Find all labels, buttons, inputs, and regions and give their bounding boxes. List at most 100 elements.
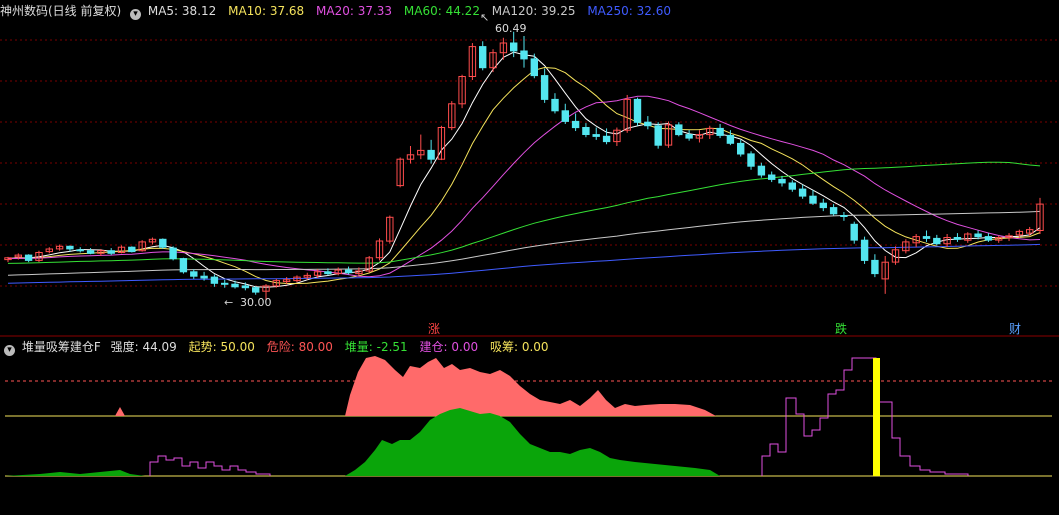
candle — [809, 190, 817, 205]
candle-down-body — [427, 149, 435, 160]
candle — [768, 171, 776, 183]
candle-down-body — [984, 236, 993, 241]
candle-down-body — [757, 165, 766, 176]
candle — [984, 233, 993, 242]
candle — [252, 285, 260, 295]
candle-down-body — [974, 233, 982, 238]
candle — [210, 274, 219, 287]
ma10-legend: MA10: 37.68 — [228, 4, 305, 18]
candle-down-body — [231, 283, 239, 288]
candle-down-body — [633, 98, 642, 123]
candle-down-body — [530, 58, 538, 77]
candle-down-body — [324, 271, 332, 275]
candle-down-body — [86, 250, 95, 254]
candle-down-body — [788, 182, 796, 190]
candle — [148, 237, 157, 245]
candle-down-body — [726, 134, 735, 144]
candle — [489, 49, 497, 73]
candle — [964, 232, 972, 243]
main-chart-header: 神州数码(日线 前复权) ▾ MA5: 38.12 MA10: 37.68 MA… — [0, 1, 679, 21]
candle — [4, 256, 12, 263]
candle — [117, 245, 126, 254]
ma10-line — [7, 66, 1041, 284]
candle — [819, 198, 827, 212]
candle — [592, 127, 600, 140]
ma250-legend: MA250: 32.60 — [587, 4, 672, 18]
moving-average-lines — [7, 51, 1041, 288]
candle — [468, 43, 477, 80]
heap-volume-area — [5, 408, 720, 476]
chevron-down-icon[interactable]: ▾ — [130, 9, 142, 20]
candle — [675, 122, 683, 137]
candle-down-body — [737, 142, 745, 155]
grid-lines — [0, 39, 1059, 287]
candle — [107, 248, 115, 256]
candle — [757, 162, 766, 178]
candle-down-body — [76, 249, 84, 252]
candle-down-body — [169, 247, 177, 260]
candle — [922, 230, 931, 242]
heap-volume-field: 堆量: -2.51 — [344, 340, 408, 354]
candle — [159, 238, 167, 249]
candlestick-series[interactable] — [4, 31, 1044, 300]
ma5-legend: MA5: 38.12 — [147, 4, 217, 18]
candle — [540, 68, 549, 103]
candle — [902, 239, 910, 254]
marker-rise[interactable]: 涨 — [428, 321, 440, 336]
candle-down-body — [252, 287, 260, 293]
kline-chart[interactable]: ↖ 60.49 ← 30.00 涨 跌 财 — [0, 0, 1059, 515]
candle — [871, 254, 879, 278]
candle — [881, 256, 889, 294]
candle — [169, 246, 177, 261]
candle-down-body — [778, 178, 786, 184]
candle-down-body — [768, 174, 776, 180]
chevron-down-icon[interactable]: ▾ — [4, 345, 15, 356]
candle-down-body — [829, 207, 838, 215]
candle-down-body — [128, 246, 136, 253]
candle — [406, 146, 415, 164]
candle-down-body — [190, 271, 198, 277]
candle — [829, 204, 838, 216]
candle-down-body — [551, 98, 559, 112]
marker-finance[interactable]: 财 — [1009, 322, 1021, 336]
candle-down-body — [654, 125, 662, 146]
candle-down-body — [221, 282, 229, 285]
candle-down-body — [210, 276, 219, 284]
candle-down-body — [179, 258, 188, 273]
ma20-legend: MA20: 37.33 — [316, 4, 393, 18]
candle — [571, 113, 580, 132]
candle-down-body — [344, 269, 353, 274]
build-position-field: 建仓: 0.00 — [419, 340, 479, 354]
candle — [613, 127, 621, 146]
marker-fall[interactable]: 跌 — [835, 321, 847, 336]
candle — [479, 41, 487, 71]
candle-down-body — [479, 46, 487, 69]
high-price-label: 60.49 — [495, 22, 527, 35]
candle — [561, 103, 569, 124]
candle — [417, 134, 425, 160]
candle-down-body — [592, 134, 600, 137]
candle-down-body — [241, 285, 250, 289]
candle-down-body — [675, 124, 683, 136]
candle — [365, 256, 373, 273]
candle-down-body — [107, 250, 115, 254]
candle-down-body — [933, 237, 941, 245]
candle-down-body — [66, 245, 74, 250]
candle — [953, 233, 962, 242]
strength-area — [115, 356, 716, 416]
candle — [747, 151, 755, 170]
danger-field: 危险: 80.00 — [266, 340, 333, 354]
candle — [633, 97, 642, 126]
candle — [737, 139, 745, 157]
low-price-annotation: ← 30.00 — [224, 296, 272, 309]
candle-down-body — [922, 236, 931, 239]
candle — [190, 269, 198, 279]
candle — [45, 247, 53, 254]
candle — [530, 53, 538, 79]
low-price-label: 30.00 — [240, 296, 272, 309]
indicator-title: 堆量吸筹建仓F — [21, 340, 101, 354]
candle-down-body — [571, 120, 580, 129]
candle — [76, 247, 84, 253]
candle — [644, 116, 652, 130]
candle — [179, 257, 188, 274]
